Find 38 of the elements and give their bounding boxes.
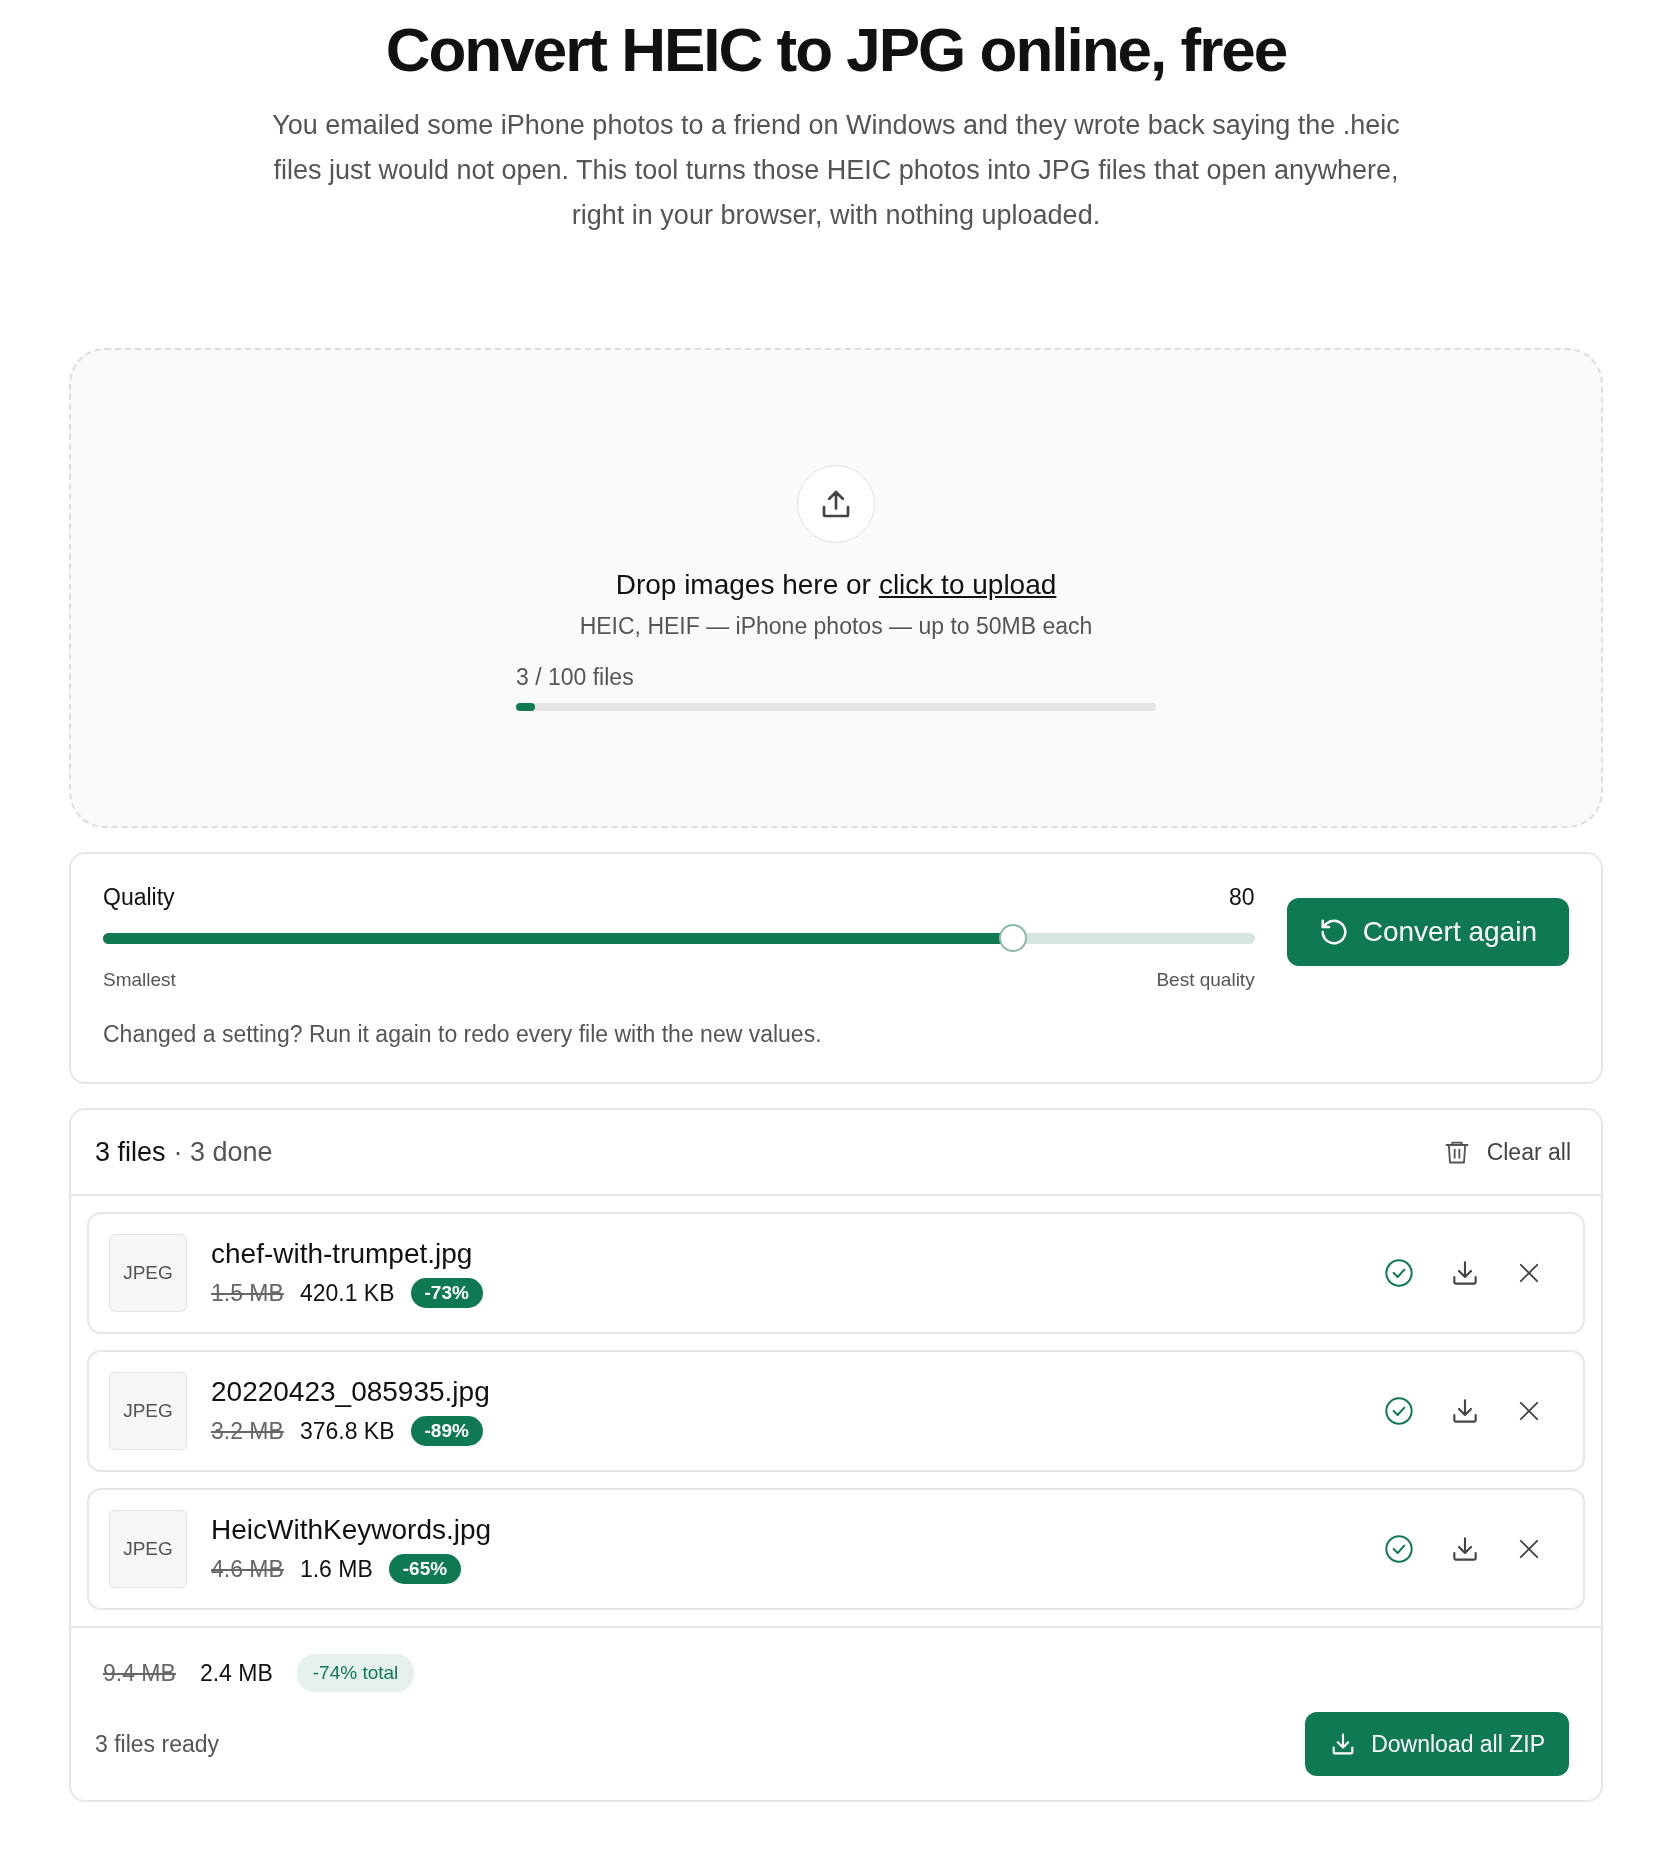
total-saving-badge: -74% total	[296, 1654, 415, 1692]
clear-all-button[interactable]: Clear all	[1436, 1136, 1577, 1168]
done-count: · 3 done	[173, 1136, 273, 1168]
original-size: 1.5 MB	[211, 1279, 284, 1307]
convert-again-button[interactable]: Convert again	[1286, 898, 1569, 966]
file-type-badge: JPEG	[109, 1234, 187, 1312]
saving-badge: -65%	[388, 1554, 462, 1584]
converted-size: 1.6 MB	[299, 1555, 373, 1583]
formats-text: HEIC, HEIF — iPhone photos — up to 50MB each	[579, 613, 1093, 640]
download-zip-button[interactable]: Download all ZIP	[1305, 1712, 1569, 1776]
saving-badge: -89%	[410, 1416, 483, 1446]
converted-size: 420.1 KB	[299, 1279, 395, 1307]
file-name: chef-with-trumpet.jpg	[211, 1238, 474, 1270]
ready-text: 3 files ready	[95, 1730, 219, 1758]
file-type-badge: JPEG	[109, 1510, 187, 1588]
slider-thumb[interactable]	[998, 924, 1027, 952]
original-total: 9.4 MB	[103, 1659, 176, 1687]
file-count: 3 / 100 files	[516, 664, 635, 691]
file-name: HeicWithKeywords.jpg	[211, 1514, 493, 1546]
upload-link[interactable]: click to upload	[878, 569, 1057, 601]
quality-value: 80	[1229, 884, 1255, 911]
original-size: 4.6 MB	[211, 1555, 284, 1583]
quality-slider[interactable]	[103, 923, 1255, 953]
converted-total: 2.4 MB	[199, 1659, 273, 1687]
settings-note: Changed a setting? Run it again to redo every file with the new values.	[103, 1021, 823, 1048]
converted-size: 376.8 KB	[299, 1417, 395, 1445]
drop-zone[interactable]: Drop images here or click to upload HEIC, HEIF — iPhone photos — up to 50MB each 3 / 100 files	[69, 348, 1603, 828]
files-count: 3 files	[95, 1136, 166, 1168]
max-label: Best quality	[1156, 969, 1255, 991]
drop-prompt: Drop images here or	[615, 569, 871, 601]
quality-label: Quality	[103, 884, 175, 911]
file-type-badge: JPEG	[109, 1372, 187, 1450]
intro-text: You emailed some iPhone photos to a friend on Windows and they wrote back saying the .heic files just would not open. This tool turns those HEIC photos into JPG files that open anywhere, right in your browser, with nothing uploaded.	[271, 109, 1401, 232]
min-label: Smallest	[103, 969, 176, 991]
file-name: 20220423_085935.jpg	[211, 1376, 491, 1408]
page-title: Convert HEIC to JPG online, free	[384, 14, 1288, 85]
original-size: 3.2 MB	[211, 1417, 284, 1445]
saving-badge: -73%	[410, 1278, 483, 1308]
